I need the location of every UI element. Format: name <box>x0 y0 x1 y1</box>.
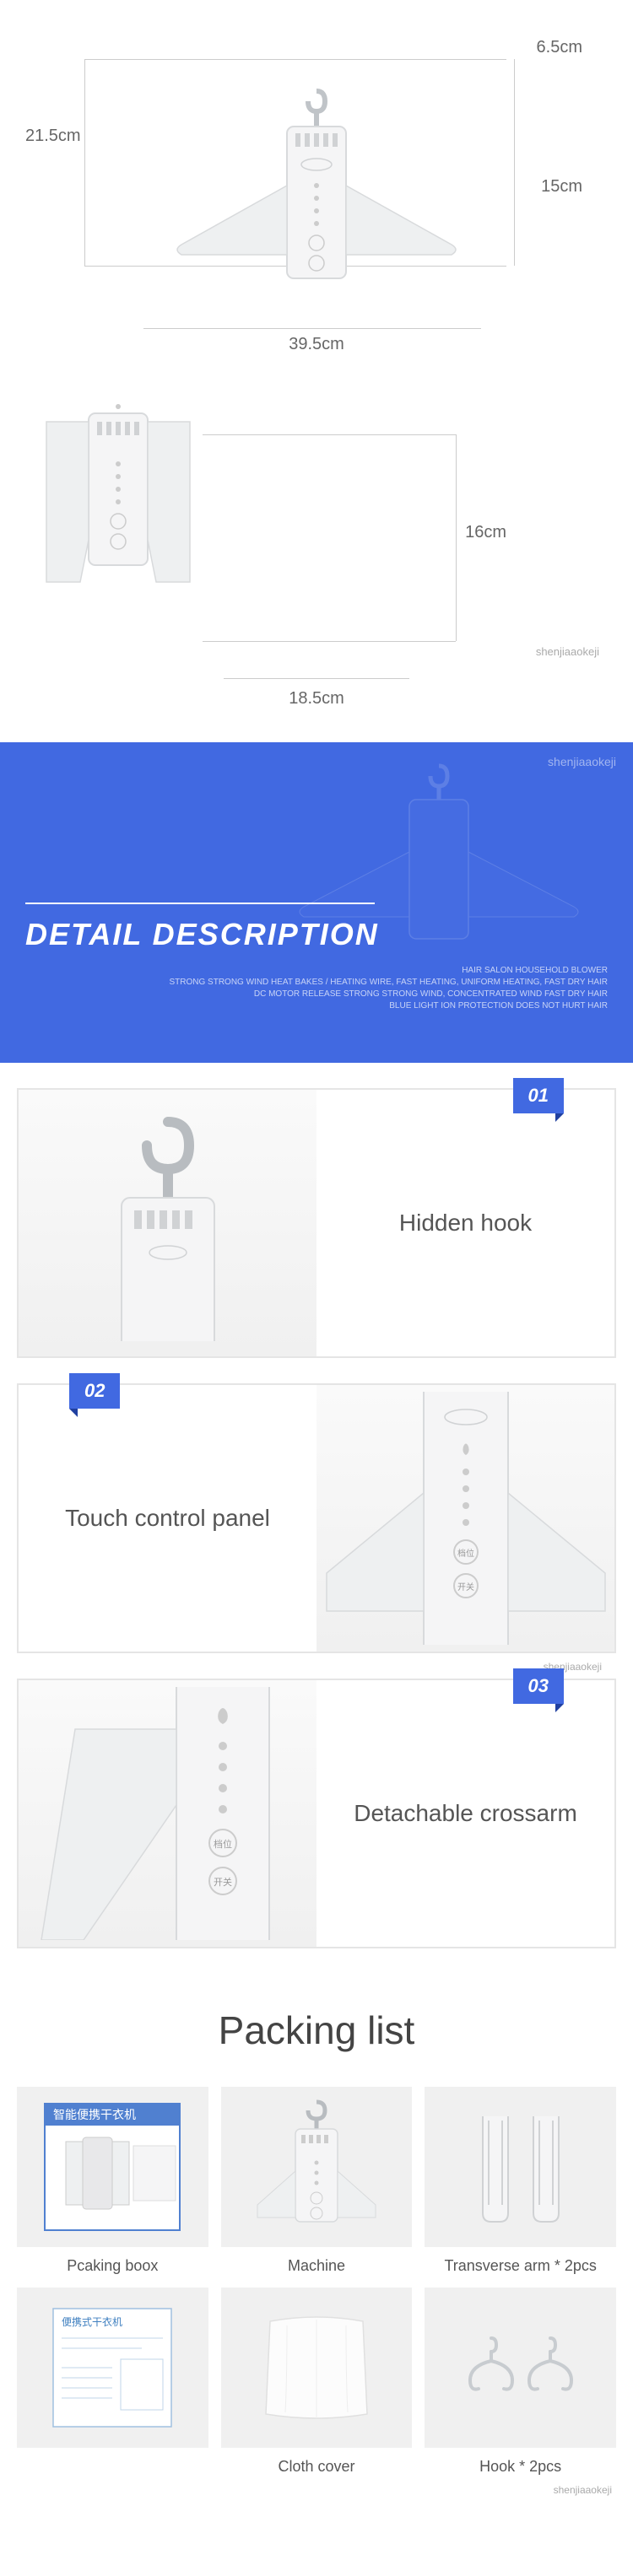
detail-item-03: 03 档位 开关 Detachable crossarm <box>17 1679 616 1948</box>
dim-folded-height: 16cm <box>465 523 506 542</box>
detail-description-header: shenjiaaokeji DETAIL DESCRIPTION HAIR SA… <box>0 742 633 1063</box>
dim-line <box>84 59 85 266</box>
pack-item-machine: Machine <box>221 2087 413 2275</box>
watermark: shenjiaaokeji <box>536 645 599 658</box>
pack-image-cover <box>221 2288 413 2448</box>
pack-image-arms <box>425 2087 616 2247</box>
dim-width: 39.5cm <box>289 335 344 354</box>
dim-line <box>514 59 515 266</box>
pack-item-manual: 便携式干衣机 <box>17 2288 208 2476</box>
pack-label: Machine <box>221 2257 413 2275</box>
dim-line <box>203 641 456 642</box>
svg-text:档位: 档位 <box>457 1548 474 1559</box>
packing-grid: 智能便携干衣机 Pcaking boox <box>17 2087 616 2476</box>
dim-hook-height: 6.5cm <box>537 38 582 57</box>
product-folded-icon <box>17 388 219 624</box>
pack-image-hooks <box>425 2288 616 2448</box>
svg-text:开关: 开关 <box>214 1876 232 1888</box>
svg-text:开关: 开关 <box>457 1582 474 1592</box>
pack-item-box: 智能便携干衣机 Pcaking boox <box>17 2087 208 2275</box>
dimensions-folded-view: 16cm 18.5cm shenjiaaokeji <box>17 388 616 709</box>
svg-text:便携式干衣机: 便携式干衣机 <box>62 2315 122 2328</box>
dimensions-section: 6.5cm 21.5cm 15cm 39.5cm 16cm 18.5cm she… <box>0 0 633 742</box>
detail-text: Detachable crossarm <box>316 1680 614 1947</box>
dimensions-open-view: 6.5cm 21.5cm 15cm 39.5cm <box>17 34 616 354</box>
detail-item-02: 02 Touch control panel 档位 开关 shenjiaaoke… <box>17 1383 616 1653</box>
dim-body-height: 21.5cm <box>25 127 81 146</box>
svg-text:智能便携干衣机: 智能便携干衣机 <box>53 2108 136 2121</box>
detail-badge: 03 <box>513 1668 564 1704</box>
dim-folded-width: 18.5cm <box>289 689 344 709</box>
dim-line <box>143 328 481 329</box>
pack-item-arms: Transverse arm * 2pcs <box>425 2087 616 2275</box>
detail-text: Touch control panel <box>19 1385 316 1652</box>
detail-image-panel: 档位 开关 <box>316 1385 614 1652</box>
pack-label: Cloth cover <box>221 2458 413 2476</box>
svg-text:档位: 档位 <box>214 1838 232 1850</box>
pack-item-cover: Cloth cover <box>221 2288 413 2476</box>
detail-image-crossarm: 档位 开关 <box>19 1680 316 1947</box>
detail-item-01: 01 Hidden hook <box>17 1088 616 1358</box>
product-ghost-icon <box>279 759 599 962</box>
pack-label: Transverse arm * 2pcs <box>425 2257 616 2275</box>
pack-image-box: 智能便携干衣机 <box>17 2087 208 2247</box>
detail-badge: 02 <box>69 1373 120 1409</box>
packing-title: Packing list <box>17 2007 616 2053</box>
packing-list-section: Packing list 智能便携干衣机 Pcaking boox <box>0 1974 633 2546</box>
product-open-icon <box>156 84 477 304</box>
dim-line <box>203 434 456 435</box>
pack-label: Hook * 2pcs <box>425 2458 616 2476</box>
pack-item-hooks: Hook * 2pcs <box>425 2288 616 2476</box>
pack-image-manual: 便携式干衣机 <box>17 2288 208 2448</box>
dim-line <box>224 678 409 679</box>
dim-line <box>456 434 457 641</box>
dim-line <box>84 59 506 60</box>
detail-text: Hidden hook <box>316 1090 614 1356</box>
detail-badge: 01 <box>513 1078 564 1113</box>
watermark: shenjiaaokeji <box>17 2484 616 2496</box>
detail-image-hook <box>19 1090 316 1356</box>
pack-image-machine <box>221 2087 413 2247</box>
detail-subtitle: HAIR SALON HOUSEHOLD BLOWER STRONG STRON… <box>25 965 608 1012</box>
pack-label: Pcaking boox <box>17 2257 208 2275</box>
dim-arm-depth: 15cm <box>541 177 582 197</box>
